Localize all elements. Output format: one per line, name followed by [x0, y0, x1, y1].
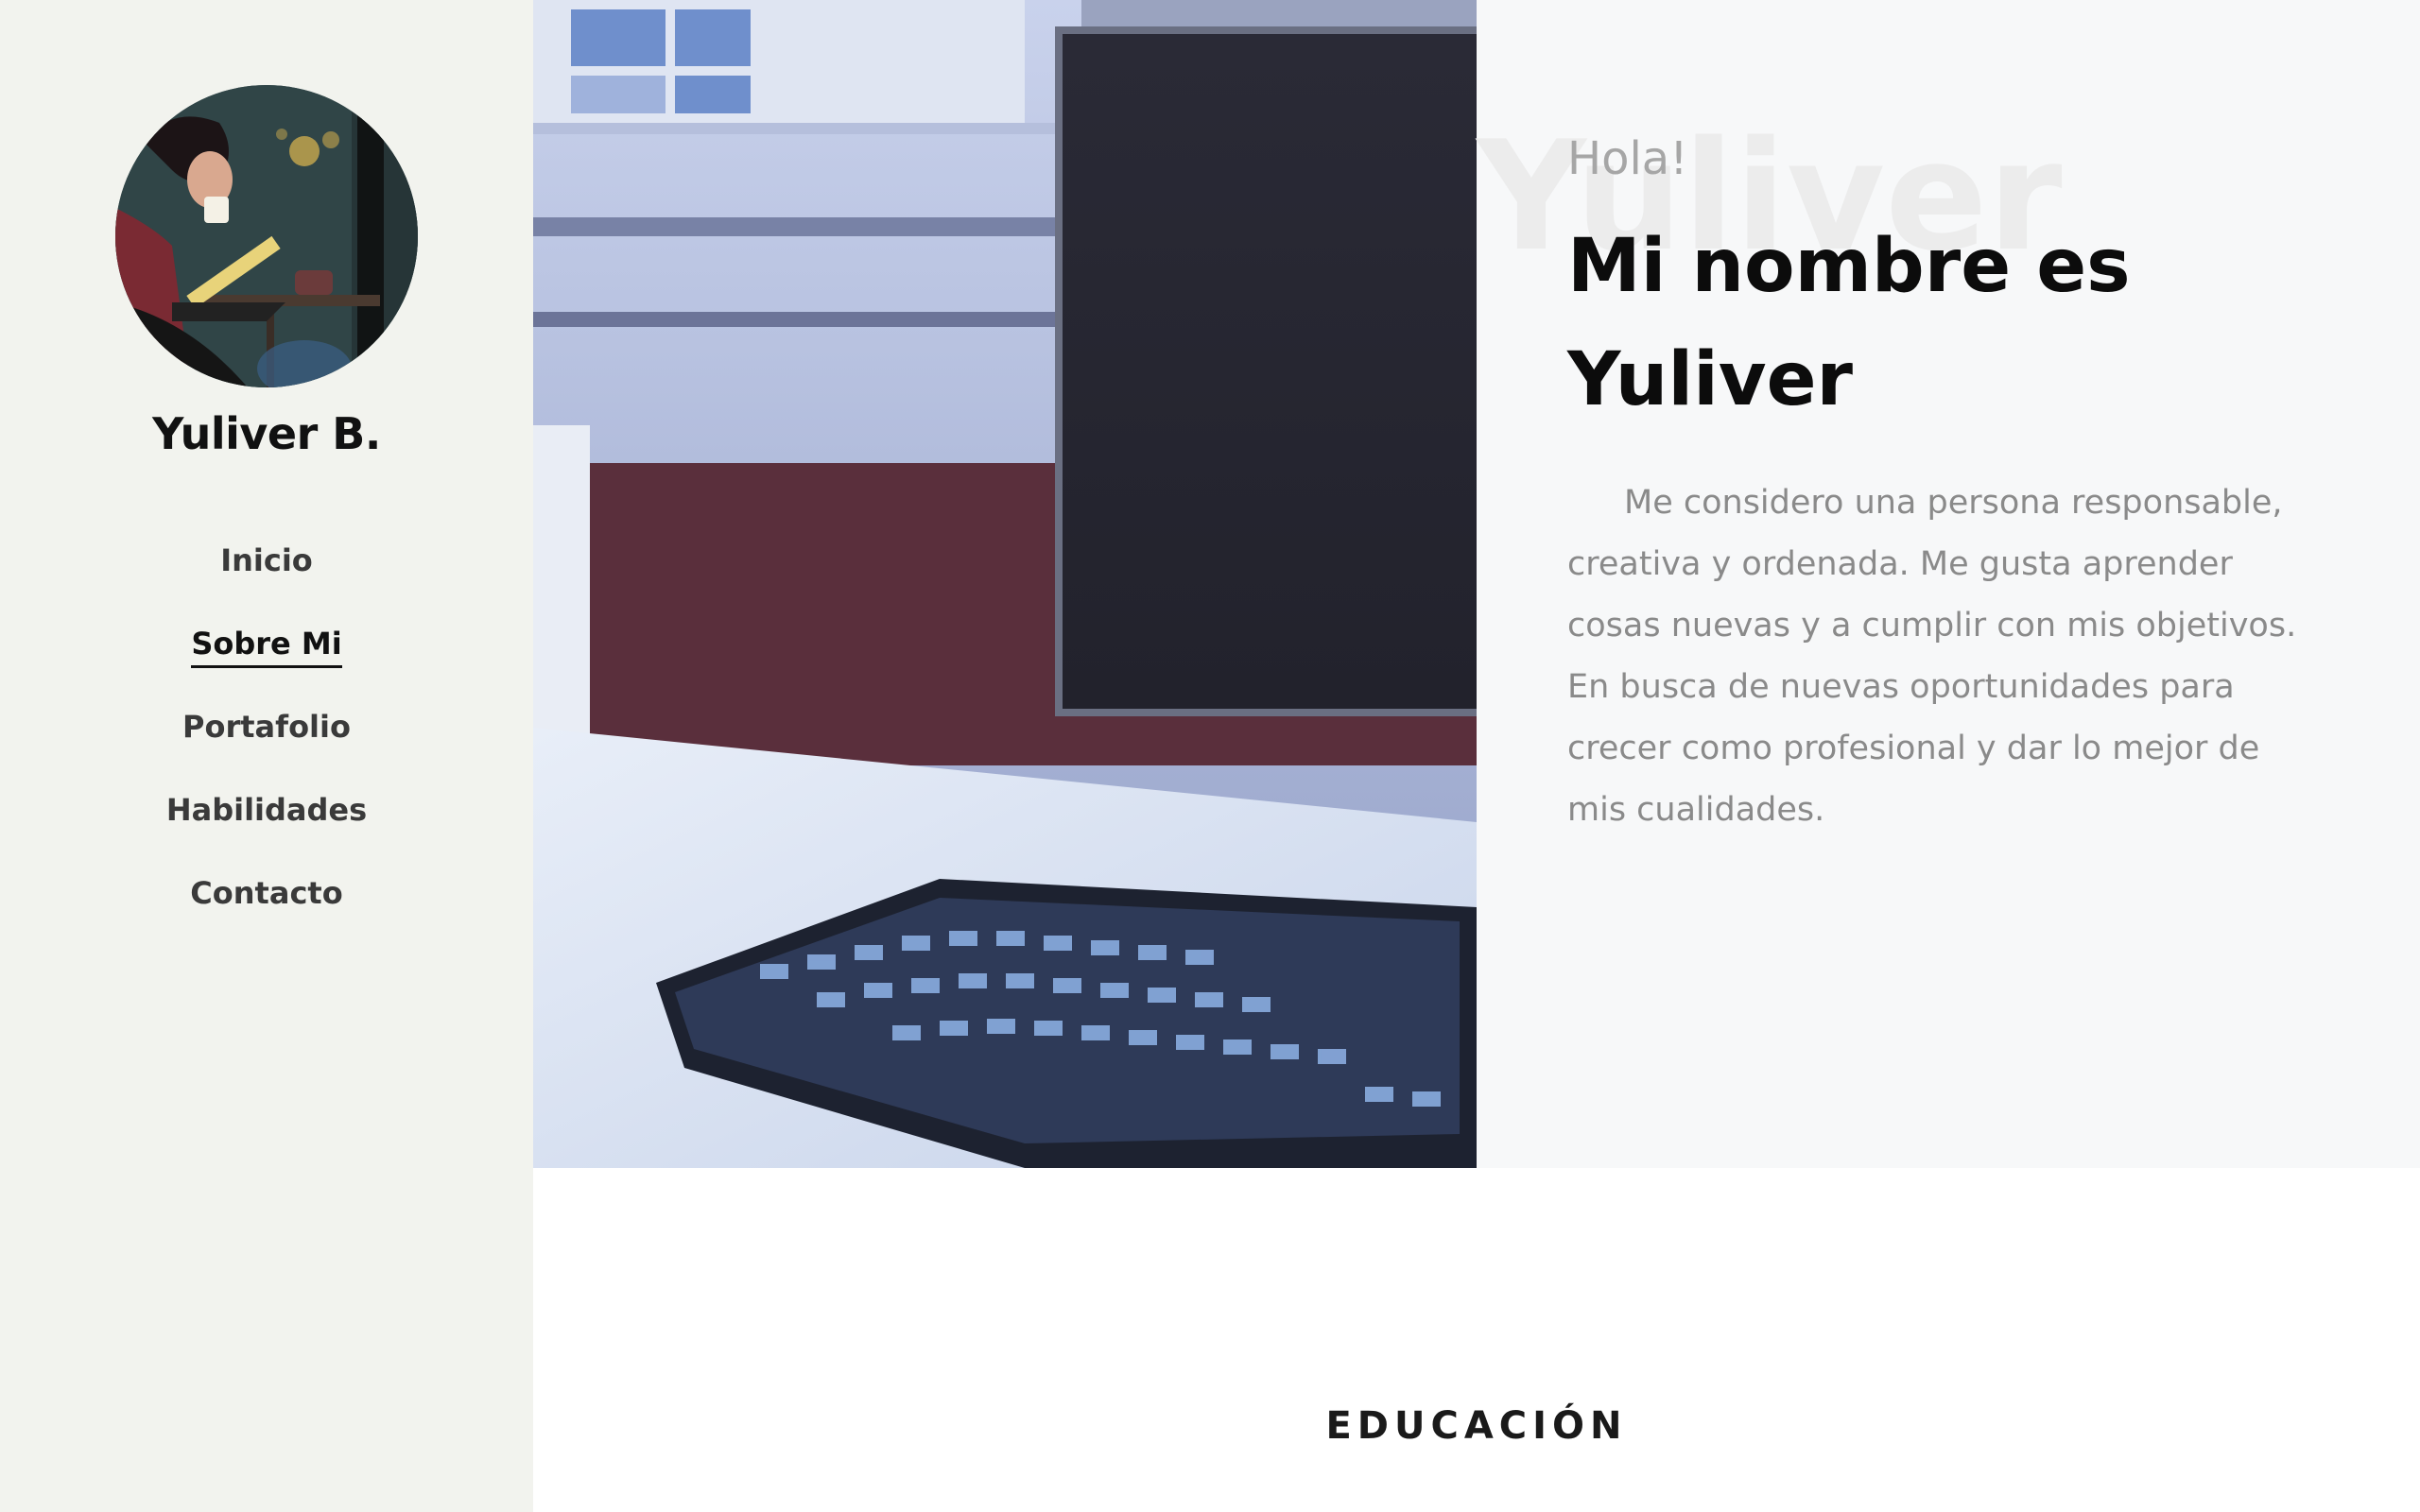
nav-item-contacto: Contacto [0, 875, 533, 958]
intro-panel: Yuliver Hola! Mi nombre es Yuliver Me co… [1477, 0, 2420, 1168]
hero-illustration [533, 0, 1477, 1168]
greeting: Hola! [1567, 132, 1688, 185]
nav-link-sobre-mi[interactable]: Sobre Mi [191, 626, 342, 668]
page-title: Mi nombre es Yuliver [1567, 224, 2131, 422]
nav-item-portafolio: Portafolio [0, 709, 533, 792]
page: Yuliver B. Inicio Sobre Mi Portafolio Ha… [0, 0, 2420, 1512]
nav-item-habilidades: Habilidades [0, 792, 533, 875]
nav-link-contacto[interactable]: Contacto [190, 875, 342, 915]
nav-item-sobre-mi: Sobre Mi [0, 626, 533, 709]
nav-link-portafolio[interactable]: Portafolio [182, 709, 351, 748]
main-nav: Inicio Sobre Mi Portafolio Habilidades C… [0, 542, 533, 958]
avatar-illustration [115, 85, 418, 387]
education-heading: EDUCACIÓN [1325, 1404, 1628, 1448]
avatar [115, 85, 418, 387]
nav-item-inicio: Inicio [0, 542, 533, 626]
hero-image-computer-desk [533, 0, 1477, 1168]
brand-name: Yuliver B. [152, 408, 381, 459]
nav-link-inicio[interactable]: Inicio [220, 542, 313, 582]
bio-paragraph: Me considero una persona responsable, cr… [1567, 484, 2297, 829]
nav-link-habilidades[interactable]: Habilidades [166, 792, 367, 832]
sidebar: Yuliver B. Inicio Sobre Mi Portafolio Ha… [0, 0, 533, 1512]
